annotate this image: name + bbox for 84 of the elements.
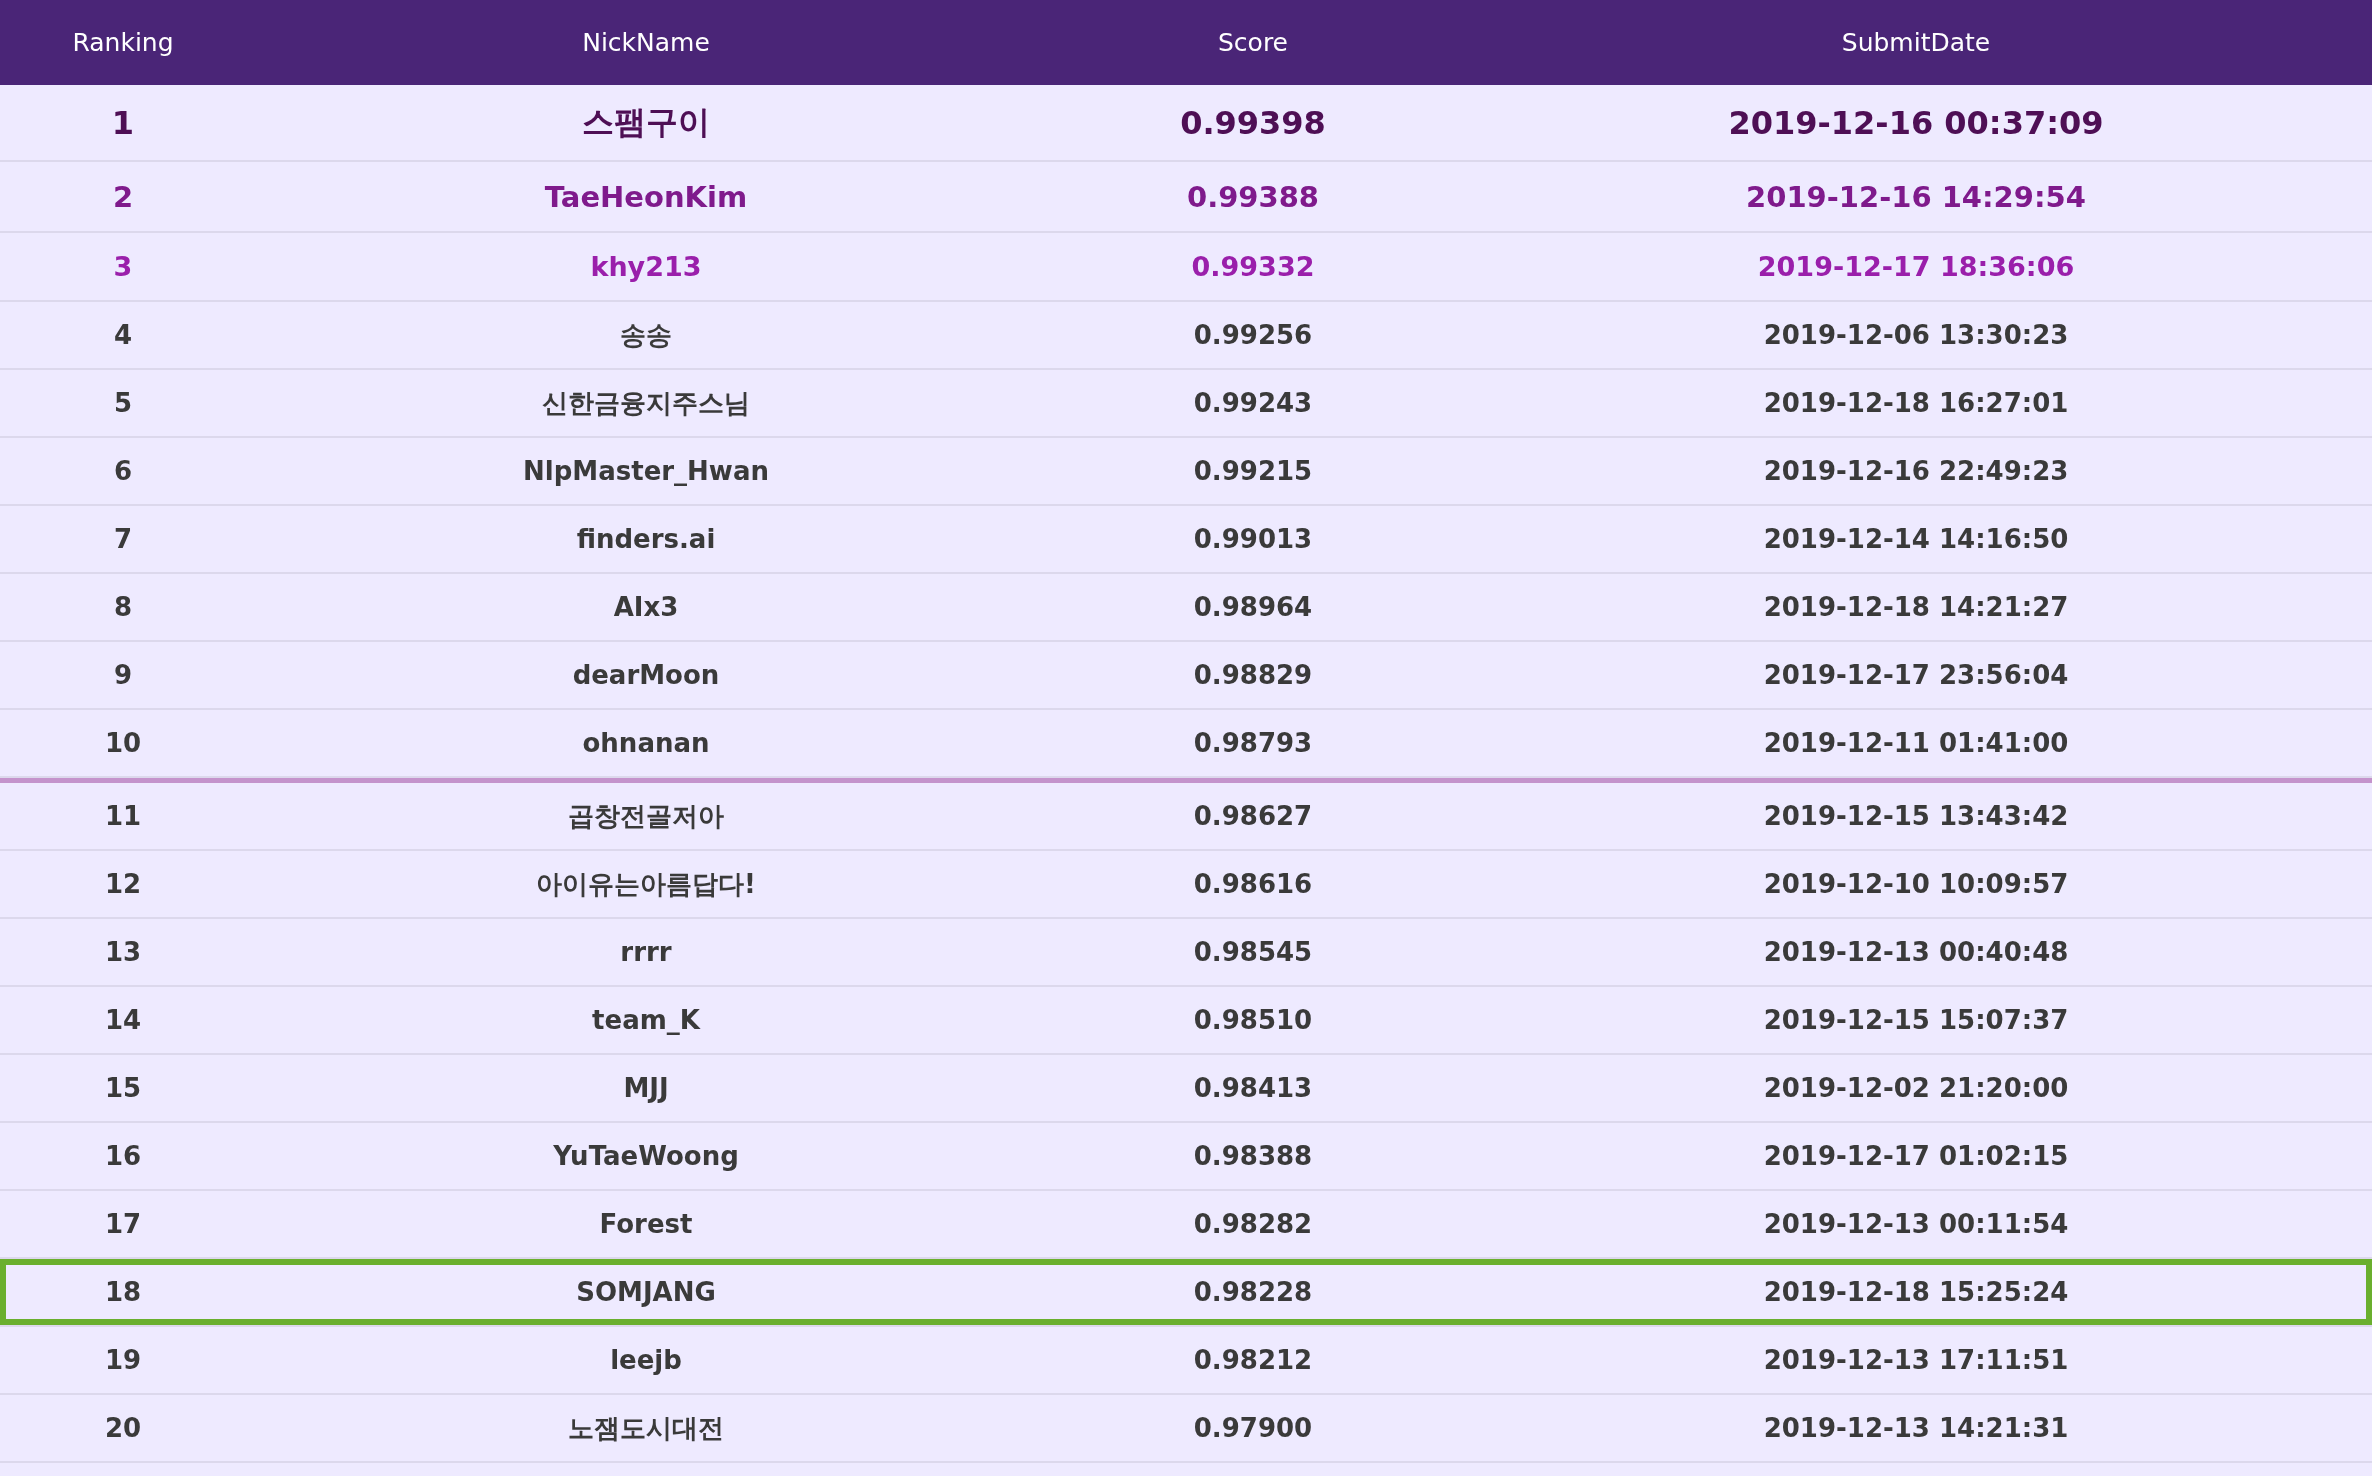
column-header: Score (1218, 28, 1288, 57)
table-cell: 0.98627 (1193, 801, 1313, 831)
table-cell: 2019-12-11 01:41:00 (1763, 728, 2069, 758)
table-cell: 2019-12-13 00:40:48 (1763, 937, 2069, 967)
table-cell: 13 (104, 937, 142, 967)
table-cell: 2019-12-10 10:09:57 (1763, 869, 2069, 899)
table-cell: 2019-12-13 00:11:54 (1763, 1209, 2069, 1239)
table-cell: leejb (610, 1345, 682, 1375)
table-cell: 2019-12-17 01:02:15 (1763, 1141, 2069, 1171)
table-cell-text: 스팸구이 (582, 101, 710, 143)
table-cell-text: 곱창전골저아 (568, 799, 724, 833)
table-cell: 16 (104, 1141, 142, 1171)
table-cell: khy213 (590, 251, 702, 282)
table-cell-text: 노잼도시대전 (568, 1411, 724, 1445)
table-cell: dearMoon (572, 660, 720, 690)
table-cell: 6 (113, 456, 133, 486)
table-cell: 2019-12-18 14:21:27 (1763, 592, 2069, 622)
table-cell: 19 (104, 1345, 142, 1375)
table-cell: 0.99388 (1186, 179, 1320, 214)
table-cell: 0.97900 (1193, 1413, 1313, 1443)
table-cell: 2019-12-14 14:16:50 (1763, 524, 2069, 554)
table-cell: 0.98510 (1193, 1005, 1313, 1035)
table-cell: 2019-12-06 13:30:23 (1763, 320, 2069, 350)
table-cell: 0.99215 (1193, 456, 1313, 486)
table-cell: 2019-12-16 00:37:09 (1728, 103, 2104, 142)
table-cell: 0.98829 (1193, 660, 1313, 690)
table-cell: 4 (113, 320, 133, 350)
table-cell-text: 아이유는아름답다! (536, 867, 756, 901)
table-cell: 15 (104, 1073, 142, 1103)
table-cell: 2019-12-17 18:36:06 (1757, 251, 2075, 282)
table-cell: 0.98964 (1193, 592, 1313, 622)
table-cell: 0.98616 (1193, 869, 1313, 899)
table-cell: ohnanan (582, 728, 710, 758)
table-cell: 9 (113, 660, 133, 690)
table-cell: 2019-12-18 15:25:24 (1763, 1277, 2069, 1307)
column-header: Ranking (72, 28, 174, 57)
table-cell: 3 (113, 251, 133, 282)
table-cell: 0.99243 (1193, 388, 1313, 418)
table-cell: 7 (113, 524, 133, 554)
table-cell: 2019-12-13 14:21:31 (1763, 1413, 2069, 1443)
table-cell: 0.98388 (1193, 1141, 1313, 1171)
table-cell: 2019-12-15 15:07:37 (1763, 1005, 2069, 1035)
table-cell: finders.ai (576, 524, 716, 554)
table-cell: 2019-12-15 13:43:42 (1763, 801, 2069, 831)
table-cell: 0.98413 (1193, 1073, 1313, 1103)
table-cell: 2019-12-16 22:49:23 (1763, 456, 2069, 486)
table-cell: 0.98228 (1193, 1277, 1313, 1307)
table-cell: 0.98545 (1193, 937, 1313, 967)
table-cell: SOMJANG (576, 1277, 716, 1307)
table-cell: 5 (113, 388, 133, 418)
table-cell: 2 (112, 179, 134, 214)
table-cell: 20 (104, 1413, 142, 1443)
table-cell: 2019-12-13 17:11:51 (1763, 1345, 2069, 1375)
table-cell: rrrr (620, 937, 672, 967)
table-cell: team_K (592, 1005, 700, 1035)
table-cell: TaeHeonKim (544, 179, 748, 214)
table-cell: 14 (104, 1005, 142, 1035)
table-cell-text: 신한금융지주스님 (542, 386, 750, 420)
table-cell: 2019-12-17 23:56:04 (1763, 660, 2069, 690)
table-cell: 0.99013 (1193, 524, 1313, 554)
table-cell: 18 (104, 1277, 142, 1307)
table-cell: 1 (111, 103, 135, 142)
table-cell: NlpMaster_Hwan (523, 456, 769, 486)
table-cell: 0.98282 (1193, 1209, 1313, 1239)
table-cell: 0.99398 (1180, 103, 1326, 142)
table-cell: MJJ (623, 1073, 669, 1103)
table-cell: 0.98212 (1193, 1345, 1313, 1375)
table-cell: 2019-12-16 14:29:54 (1746, 179, 2086, 214)
table-cell-text: 송송 (620, 318, 672, 352)
table-cell: Forest (599, 1209, 693, 1239)
column-header: SubmitDate (1841, 28, 1991, 57)
table-cell: 0.98793 (1193, 728, 1313, 758)
table-cell: 0.99256 (1193, 320, 1313, 350)
table-cell: 0.99332 (1191, 251, 1315, 282)
table-cell: 8 (113, 592, 133, 622)
table-cell: YuTaeWoong (553, 1141, 739, 1171)
table-cell: 12 (104, 869, 142, 899)
table-cell: 2019-12-18 16:27:01 (1763, 388, 2069, 418)
table-cell: 17 (104, 1209, 142, 1239)
table-cell: AIx3 (613, 592, 679, 622)
table-cell: 2019-12-02 21:20:00 (1763, 1073, 2069, 1103)
column-header: NickName (582, 28, 710, 57)
table-cell: 11 (104, 801, 142, 831)
table-cell: 10 (104, 728, 142, 758)
